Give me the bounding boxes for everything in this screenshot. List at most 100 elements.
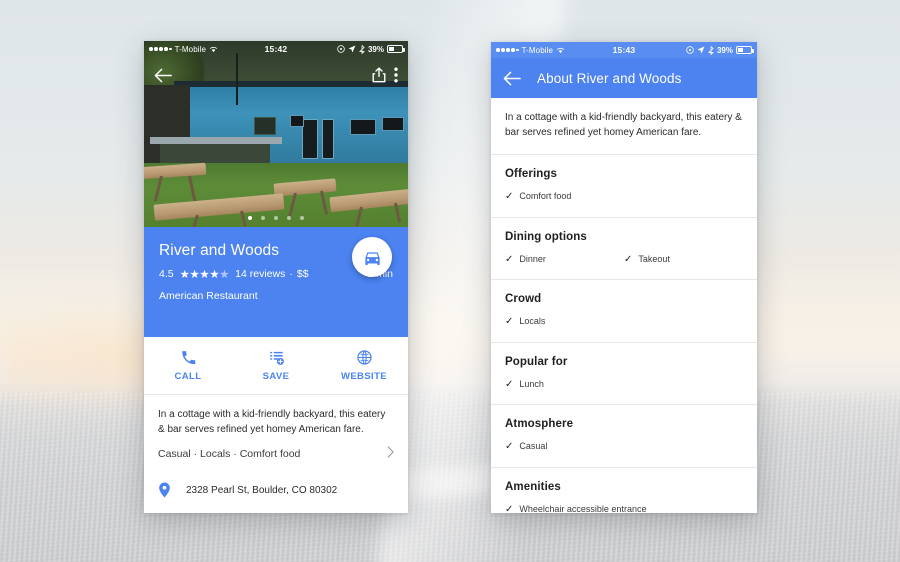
attributes-row[interactable]: Casual · Locals · Comfort food	[158, 446, 394, 461]
photo-page-dots[interactable]	[144, 216, 408, 220]
check-icon: ✓	[624, 253, 633, 265]
photo-dot-2[interactable]	[261, 216, 265, 220]
map-pin-icon	[158, 482, 186, 498]
list-item-label: Takeout	[638, 253, 670, 264]
location-arrow-icon	[697, 46, 705, 54]
list-item-label: Locals	[519, 316, 546, 326]
photo-window-3	[382, 117, 404, 131]
section-amenities: Amenities ✓ Wheelchair accessible entran…	[491, 467, 757, 514]
call-label: CALL	[174, 371, 202, 382]
battery-icon	[387, 45, 405, 53]
list-item-label: Casual	[519, 441, 548, 451]
address-text: 2328 Pearl St, Boulder, CO 80302	[186, 484, 338, 496]
section-crowd: Crowd ✓ Locals	[491, 280, 757, 343]
section-items: ✓ Casual	[505, 441, 743, 453]
section-items: ✓ Lunch	[505, 379, 743, 391]
photo-window-1	[290, 115, 304, 127]
about-description-text: In a cottage with a kid-friendly backyar…	[505, 112, 742, 138]
left-phone-screen: T-Mobile 15:42 39% River and Woods 4.5 ★…	[144, 41, 408, 513]
section-title: Atmosphere	[505, 418, 574, 430]
photo-dot-4[interactable]	[287, 216, 291, 220]
share-icon[interactable]	[372, 67, 386, 83]
photo-door-1	[302, 119, 318, 159]
description-block: In a cottage with a kid-friendly backyar…	[144, 395, 408, 474]
section-title: Crowd	[505, 293, 542, 305]
check-icon: ✓	[505, 378, 514, 390]
attributes-summary: Casual · Locals · Comfort food	[158, 447, 301, 460]
photo-window-2	[350, 119, 376, 135]
list-item-label: Dinner	[519, 253, 546, 264]
status-right-group: 39%	[337, 44, 405, 54]
section-items: ✓ Dinner ✓ Takeout	[505, 254, 743, 266]
list-item: ✓ Wheelchair accessible entrance	[505, 504, 653, 514]
section-items: ✓ Comfort food	[505, 191, 743, 203]
section-title: Popular for	[505, 355, 568, 368]
about-app-bar: About River and Woods	[491, 58, 757, 98]
left-status-bar: T-Mobile 15:42 39%	[144, 41, 408, 57]
section-items: ✓ Locals	[505, 316, 743, 328]
list-item: ✓ Lunch	[505, 379, 624, 391]
website-button[interactable]: WEBSITE	[320, 337, 408, 394]
save-list-icon	[269, 351, 284, 365]
photo-nav-row	[144, 57, 408, 93]
place-category: American Restaurant	[159, 290, 258, 302]
address-row[interactable]: 2328 Pearl St, Boulder, CO 80302	[144, 473, 408, 507]
list-item: ✓ Dinner	[505, 254, 624, 266]
back-arrow-icon[interactable]	[503, 71, 521, 86]
list-item-label: Comfort food	[519, 191, 572, 201]
section-title: Amenities	[505, 480, 561, 493]
list-item-label: Wheelchair accessible entrance	[519, 503, 647, 514]
photo-dot-5[interactable]	[300, 216, 304, 220]
chevron-right-icon	[387, 446, 394, 461]
about-page-title: About River and Woods	[537, 70, 682, 86]
directions-car-icon	[364, 251, 380, 265]
list-item: ✓ Locals	[505, 316, 624, 328]
bluetooth-icon	[358, 44, 365, 54]
price-level: $$	[296, 268, 309, 280]
right-status-bar: T-Mobile 15:43 39%	[491, 42, 757, 58]
right-status-right-group: 39%	[686, 45, 754, 55]
about-scroll-area[interactable]: In a cottage with a kid-friendly backyar…	[491, 98, 757, 513]
section-popular-for: Popular for ✓ Lunch	[491, 342, 757, 405]
location-arrow-icon	[348, 45, 356, 53]
save-label: SAVE	[262, 371, 290, 382]
section-dining-options: Dining options ✓ Dinner ✓ Takeout	[491, 217, 757, 280]
more-vertical-icon[interactable]	[394, 67, 398, 83]
star-rating-icon: ★★★★★	[179, 268, 230, 281]
photo-dot-3[interactable]	[274, 216, 278, 220]
section-atmosphere: Atmosphere ✓ Casual	[491, 405, 757, 468]
check-icon: ✓	[505, 253, 514, 265]
phone-icon	[181, 351, 195, 365]
description-text: In a cottage with a kid-friendly backyar…	[158, 409, 386, 435]
right-battery-percent-label: 39%	[716, 45, 733, 55]
save-button[interactable]: SAVE	[232, 337, 320, 394]
back-arrow-icon[interactable]	[154, 68, 172, 83]
check-icon: ✓	[505, 441, 514, 452]
quick-action-row: CALL SAVE WEBSITE	[144, 337, 408, 395]
section-offerings: Offerings ✓ Comfort food	[491, 155, 757, 218]
call-button[interactable]: CALL	[144, 337, 232, 394]
rotation-lock-icon	[337, 45, 345, 53]
battery-icon	[736, 46, 754, 54]
list-item: ✓ Comfort food	[505, 191, 624, 203]
section-title: Offerings	[505, 168, 558, 180]
website-label: WEBSITE	[340, 371, 388, 382]
photo-door-2	[322, 119, 334, 159]
section-title: Dining options	[505, 230, 587, 243]
directions-fab-button[interactable]	[352, 237, 392, 277]
globe-icon	[356, 350, 372, 365]
screenshot-stage: T-Mobile 15:42 39% River and Woods 4.5 ★…	[0, 0, 900, 562]
rating-value: 4.5	[159, 268, 174, 280]
check-icon: ✓	[505, 316, 514, 327]
check-icon: ✓	[505, 191, 514, 202]
photo-window-4	[254, 117, 276, 135]
photo-dot-1[interactable]	[248, 216, 252, 220]
review-count[interactable]: 14 reviews	[235, 268, 285, 280]
rotation-lock-icon	[686, 46, 694, 54]
photo-counter	[150, 137, 282, 144]
bluetooth-icon	[707, 45, 714, 55]
list-item: ✓ Takeout	[624, 254, 743, 266]
right-phone-screen: T-Mobile 15:43 39% About River and Woods…	[491, 42, 757, 513]
rating-separator: ·	[289, 268, 293, 280]
list-item-label: Lunch	[519, 378, 544, 389]
